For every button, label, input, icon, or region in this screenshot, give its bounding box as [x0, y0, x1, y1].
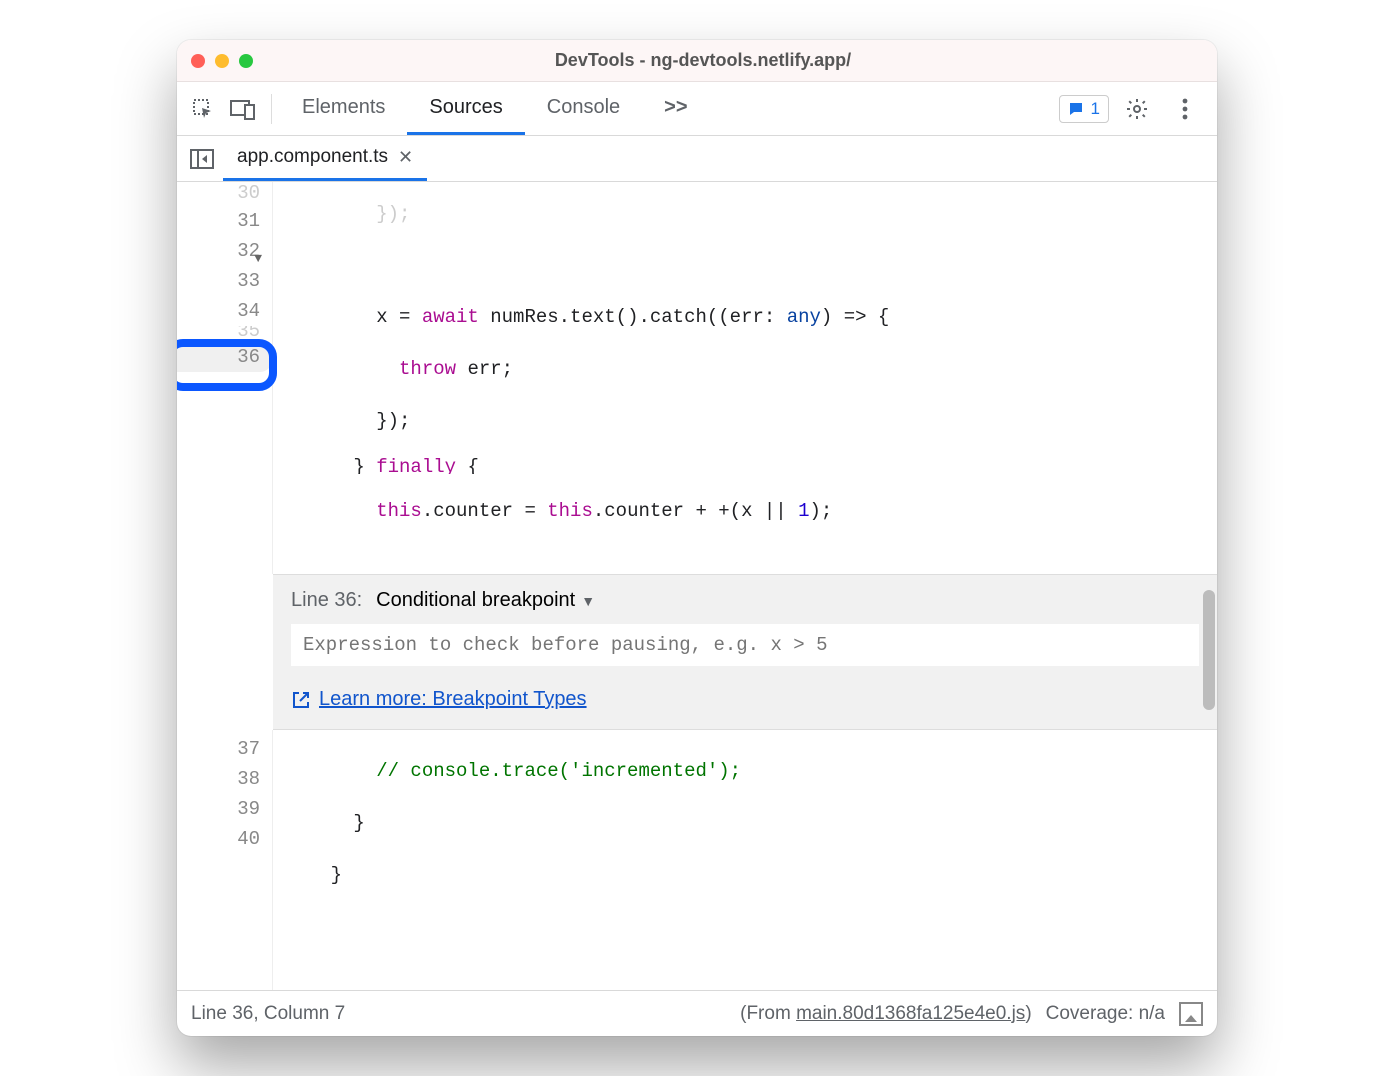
code-line	[285, 912, 1217, 942]
code-line: }	[285, 808, 1217, 838]
line-number[interactable]: 34	[177, 296, 260, 326]
line-number[interactable]: 40	[177, 824, 260, 854]
tab-sources[interactable]: Sources	[407, 82, 524, 135]
code-content[interactable]: }); x = await numRes.text().catch((err: …	[273, 182, 1217, 574]
titlebar: DevTools - ng-devtools.netlify.app/	[177, 40, 1217, 82]
panel-tabs: Elements Sources Console >>	[280, 82, 1059, 135]
window-title: DevTools - ng-devtools.netlify.app/	[203, 50, 1203, 71]
navigator-toggle-icon[interactable]	[181, 138, 223, 180]
learn-more-link[interactable]: Learn more: Breakpoint Types	[319, 688, 587, 711]
status-bar: Line 36, Column 7 (From main.80d1368fa12…	[177, 990, 1217, 1036]
breakpoint-type-dropdown[interactable]: Conditional breakpoint ▼	[376, 589, 595, 612]
line-number[interactable]: 39	[177, 794, 260, 824]
devtools-window: DevTools - ng-devtools.netlify.app/ Elem…	[177, 40, 1217, 1036]
code-line: x = await numRes.text().catch((err: any)…	[285, 302, 1217, 332]
code-line: // console.trace('incremented');	[285, 756, 1217, 786]
code-line: });	[285, 406, 1217, 436]
line-number-gutter[interactable]: 37 38 39 40	[177, 730, 273, 990]
show-drawer-icon[interactable]	[1179, 1002, 1203, 1026]
tabs-overflow[interactable]: >>	[642, 82, 709, 135]
code-line: }	[285, 860, 1217, 890]
line-number[interactable]: 38	[177, 764, 260, 794]
line-number[interactable]: 35	[177, 326, 260, 342]
code-line: } finally {	[285, 458, 1217, 474]
issues-count: 1	[1091, 99, 1100, 119]
line-number-gutter[interactable]: 30 31 32▼ 33 34 35 36	[177, 182, 273, 574]
file-tab-app-component[interactable]: app.component.ts ✕	[223, 136, 427, 181]
line-number-highlighted[interactable]: 36	[177, 342, 272, 372]
line-number[interactable]: 33	[177, 266, 260, 296]
breakpoint-editor-panel: Line 36: Conditional breakpoint ▼ Learn …	[273, 574, 1217, 730]
code-editor: 30 31 32▼ 33 34 35 36 }); x = await numR…	[177, 182, 1217, 574]
source-map-info: (From main.80d1368fa125e4e0.js)	[740, 1003, 1032, 1025]
inspect-element-icon[interactable]	[183, 89, 223, 129]
file-tab-label: app.component.ts	[237, 146, 388, 168]
file-tab-bar: app.component.ts ✕	[177, 136, 1217, 182]
tab-elements[interactable]: Elements	[280, 82, 407, 135]
close-file-tab-icon[interactable]: ✕	[398, 147, 413, 168]
tab-console[interactable]: Console	[525, 82, 642, 135]
breakpoint-type-label: Conditional breakpoint	[376, 589, 575, 612]
line-number[interactable]: 30	[177, 186, 260, 206]
main-toolbar: Elements Sources Console >> 1	[177, 82, 1217, 136]
coverage-status: Coverage: n/a	[1046, 1003, 1165, 1025]
external-link-icon	[291, 690, 311, 710]
code-line: });	[285, 208, 1217, 228]
code-line: throw err;	[285, 354, 1217, 384]
line-number[interactable]: 31	[177, 206, 260, 236]
code-content[interactable]: // console.trace('incremented'); } }	[273, 730, 1217, 990]
issues-badge[interactable]: 1	[1059, 95, 1109, 123]
scrollbar-thumb[interactable]	[1203, 590, 1215, 710]
breakpoint-condition-input[interactable]	[291, 624, 1199, 666]
line-number[interactable]: 32▼	[177, 236, 260, 266]
cursor-position: Line 36, Column 7	[191, 1003, 345, 1025]
chevron-down-icon: ▼	[581, 593, 595, 609]
code-editor-continued: 37 38 39 40 // console.trace('incremente…	[177, 730, 1217, 990]
code-line: this.counter = this.counter + +(x || 1);	[285, 496, 1217, 526]
code-line	[285, 250, 1217, 280]
source-map-link[interactable]: main.80d1368fa125e4e0.js	[796, 1003, 1025, 1024]
breakpoint-line-label: Line 36:	[291, 589, 362, 612]
settings-gear-icon[interactable]	[1117, 89, 1157, 129]
device-toolbar-icon[interactable]	[223, 89, 263, 129]
line-number[interactable]: 37	[177, 734, 260, 764]
more-menu-icon[interactable]	[1165, 89, 1205, 129]
